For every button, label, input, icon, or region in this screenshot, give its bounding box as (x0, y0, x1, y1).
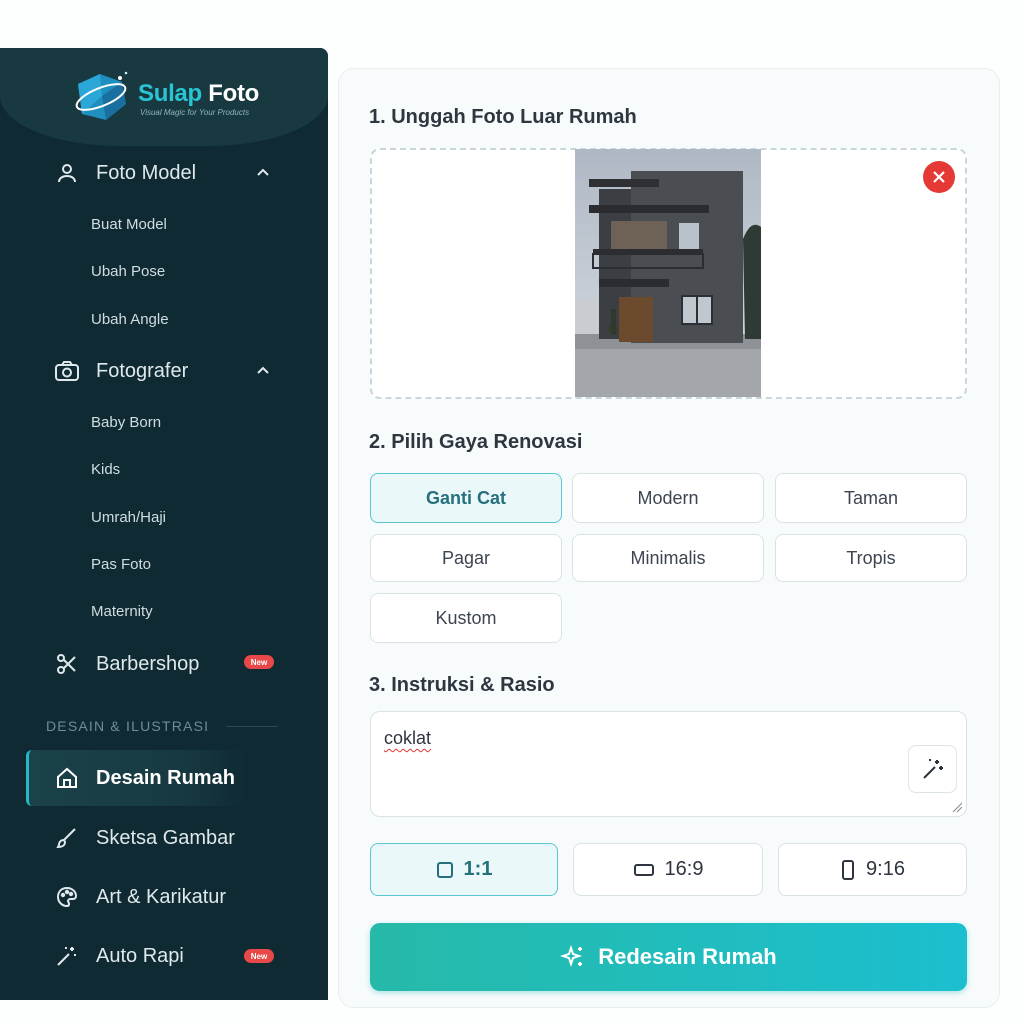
ratio-label: 16:9 (664, 858, 704, 880)
sidebar: Sulap Foto Visual Magic for Your Product… (0, 48, 328, 1000)
style-option-kustom[interactable]: Kustom (370, 593, 562, 643)
nav-group-label: Fotografer (96, 359, 189, 382)
nav-item-label: Desain Rumah (96, 766, 235, 789)
palette-icon (54, 884, 80, 910)
nav-item-auto-rapi[interactable]: Auto Rapi New (0, 938, 328, 974)
wand-sparkle-icon (54, 943, 80, 969)
ratio-label: 9:16 (866, 858, 905, 880)
portrait-icon (842, 859, 855, 880)
ratio-option-16-9[interactable]: 16:9 (573, 843, 763, 896)
magic-wand-icon (922, 759, 943, 779)
nav-item-ubah-pose[interactable]: Ubah Pose (91, 263, 165, 280)
nav-item-label: Auto Rapi (96, 944, 184, 967)
section-title: DESAIN & ILUSTRASI (46, 718, 210, 734)
nav-item-ubah-angle[interactable]: Ubah Angle (91, 311, 169, 328)
logo-icon (75, 71, 128, 120)
nav-item-buat-model[interactable]: Buat Model (91, 216, 167, 233)
style-option-tropis[interactable]: Tropis (775, 534, 967, 582)
nav-item-label: Sketsa Gambar (96, 826, 235, 849)
style-option-pagar[interactable]: Pagar (370, 534, 562, 582)
nav-group-fotografer[interactable]: Fotografer (0, 353, 328, 389)
nav-item-desain-rumah[interactable]: Desain Rumah (0, 760, 328, 796)
new-badge: New (244, 655, 274, 669)
square-icon (436, 861, 453, 878)
camera-icon (54, 358, 80, 384)
step-1-title: 1. Unggah Foto Luar Rumah (369, 106, 637, 128)
landscape-icon (633, 863, 654, 876)
nav-item-umrah-haji[interactable]: Umrah/Haji (91, 509, 166, 526)
step-2-title: 2. Pilih Gaya Renovasi (369, 431, 583, 453)
ratio-option-1-1[interactable]: 1:1 (370, 843, 558, 896)
step-3-title: 3. Instruksi & Rasio (369, 674, 555, 696)
section-divider (226, 726, 278, 727)
new-badge: New (244, 949, 274, 963)
sparkles-icon (560, 944, 583, 968)
nav-group-foto-model[interactable]: Foto Model (0, 155, 328, 191)
magic-enhance-button[interactable] (908, 745, 957, 793)
style-option-minimalis[interactable]: Minimalis (572, 534, 764, 582)
ratio-option-9-16[interactable]: 9:16 (778, 843, 967, 896)
nav-item-sketsa-gambar[interactable]: Sketsa Gambar (0, 820, 328, 856)
nav-item-label: Art & Karikatur (96, 885, 227, 908)
nav-item-art-karikatur[interactable]: Art & Karikatur (0, 879, 328, 915)
home-icon (54, 765, 80, 791)
resize-handle-icon[interactable] (951, 801, 963, 813)
brand-title: Sulap Foto (138, 80, 260, 107)
nav-item-baby-born[interactable]: Baby Born (91, 414, 161, 431)
chevron-up-icon (257, 168, 269, 176)
nav-item-label: Barbershop (96, 652, 200, 675)
house-photo-preview (575, 149, 761, 397)
scissors-icon (54, 651, 80, 677)
brush-icon (54, 825, 80, 851)
nav-item-barbershop[interactable]: Barbershop New (0, 646, 328, 682)
app-root: Sulap Foto Visual Magic for Your Product… (0, 0, 1024, 1024)
style-option-ganti-cat[interactable]: Ganti Cat (370, 473, 562, 523)
nav-group-label: Foto Model (96, 161, 197, 184)
nav-item-pas-foto[interactable]: Pas Foto (91, 556, 151, 573)
instruction-value: coklat (384, 728, 432, 748)
redesign-submit-button[interactable]: Redesain Rumah (370, 923, 967, 991)
style-option-modern[interactable]: Modern (572, 473, 764, 523)
brand-tagline: Visual Magic for Your Products (140, 108, 250, 117)
close-icon (933, 171, 945, 183)
chevron-up-icon (257, 366, 269, 374)
style-option-taman[interactable]: Taman (775, 473, 967, 523)
nav-item-maternity[interactable]: Maternity (91, 603, 153, 620)
instruction-textarea[interactable]: coklat (370, 711, 967, 817)
remove-photo-button[interactable] (923, 161, 955, 193)
brand-header: Sulap Foto Visual Magic for Your Product… (0, 48, 328, 146)
submit-label: Redesain Rumah (598, 944, 777, 969)
nav-item-kids[interactable]: Kids (91, 461, 120, 478)
ratio-label: 1:1 (463, 858, 493, 880)
user-icon (54, 160, 80, 186)
